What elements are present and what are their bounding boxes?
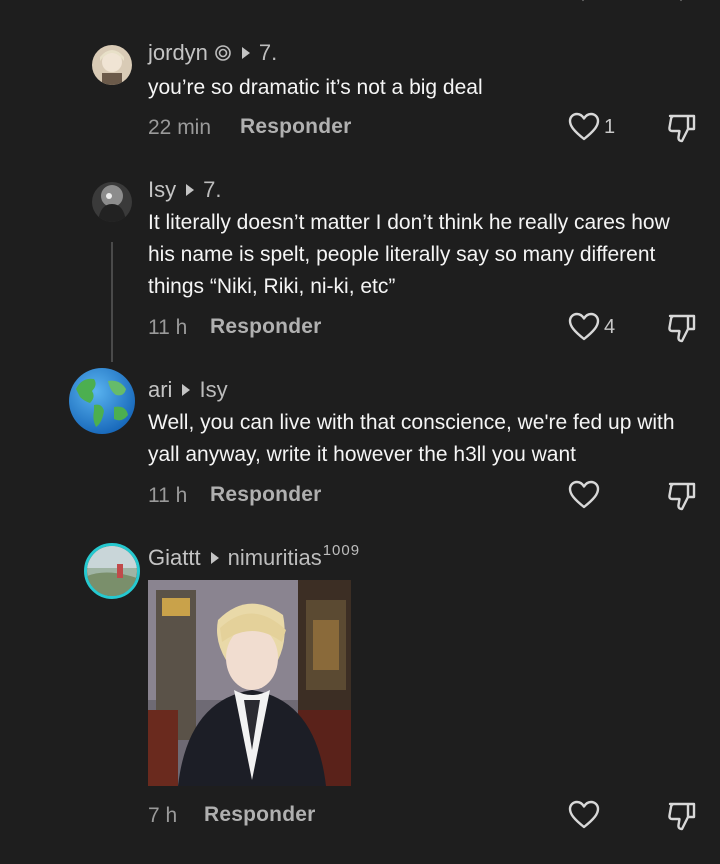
- like-count: 4: [604, 315, 616, 338]
- dislike-button[interactable]: [666, 480, 698, 518]
- dislike-button[interactable]: [666, 800, 698, 838]
- reply-button[interactable]: Responder: [204, 803, 316, 827]
- comment-image[interactable]: [148, 580, 351, 786]
- triangle-right-icon: [241, 47, 250, 59]
- partial-icon-top-right: [680, 0, 682, 2]
- thumbs-down-outline-icon: [668, 482, 696, 511]
- comment-meta: Isy 7.: [148, 177, 221, 203]
- avatar[interactable]: [68, 367, 136, 435]
- reply-button[interactable]: Responder: [240, 115, 352, 139]
- like-button[interactable]: [568, 480, 600, 510]
- reply-button[interactable]: Responder: [210, 315, 322, 339]
- like-button[interactable]: 1: [568, 112, 615, 142]
- reply-to[interactable]: 7.: [259, 40, 277, 66]
- reply-button[interactable]: Responder: [210, 483, 322, 507]
- dislike-button[interactable]: [666, 112, 698, 150]
- reply-to-suffix: 1009: [322, 541, 361, 559]
- timestamp: 22 min: [148, 116, 212, 139]
- triangle-right-icon: [182, 384, 191, 396]
- like-button[interactable]: [568, 800, 600, 830]
- avatar[interactable]: [92, 45, 132, 85]
- timestamp: 11 h: [148, 484, 188, 507]
- timestamp: 7 h: [148, 804, 178, 827]
- comment-text: Well, you can live with that conscience,…: [148, 411, 675, 466]
- dislike-button[interactable]: [666, 312, 698, 350]
- reply-to[interactable]: 7.: [203, 177, 221, 203]
- comment-meta: ari Isy: [148, 377, 228, 403]
- triangle-right-icon: [186, 184, 195, 196]
- partial-icon-top: [582, 0, 584, 2]
- comment-actions: 7 h Responder: [148, 800, 708, 832]
- timestamp: 11 h: [148, 316, 188, 339]
- comment-actions: 11 h Responder 4: [148, 312, 708, 344]
- username[interactable]: Giattt: [148, 545, 201, 571]
- heart-outline-icon: [568, 112, 600, 141]
- triangle-right-icon: [210, 552, 219, 564]
- comment-actions: 22 min Responder 1: [148, 112, 708, 144]
- heart-outline-icon: [568, 480, 600, 509]
- thumbs-down-outline-icon: [668, 314, 696, 343]
- username[interactable]: ari: [148, 377, 172, 403]
- spiral-badge-icon: [215, 45, 231, 61]
- thread-line: [111, 242, 113, 362]
- thumbs-down-outline-icon: [668, 802, 696, 831]
- avatar[interactable]: [92, 182, 132, 222]
- comment-text: you’re so dramatic it’s not a big deal: [148, 76, 483, 99]
- comment-meta: jordyn 7.: [148, 40, 277, 66]
- reply-to[interactable]: Isy: [199, 377, 227, 403]
- heart-outline-icon: [568, 800, 600, 829]
- avatar[interactable]: [84, 543, 140, 599]
- thumbs-down-outline-icon: [668, 114, 696, 143]
- comment-meta: Giattt nimuritias 1009: [148, 541, 361, 571]
- like-button[interactable]: 4: [568, 312, 615, 342]
- reply-to[interactable]: nimuritias: [228, 545, 322, 571]
- heart-outline-icon: [568, 312, 600, 341]
- comment-actions: 11 h Responder: [148, 480, 708, 512]
- like-count: 1: [604, 115, 616, 138]
- comment-text: It literally doesn’t matter I don’t thin…: [148, 211, 670, 298]
- username[interactable]: jordyn: [148, 40, 208, 66]
- username[interactable]: Isy: [148, 177, 176, 203]
